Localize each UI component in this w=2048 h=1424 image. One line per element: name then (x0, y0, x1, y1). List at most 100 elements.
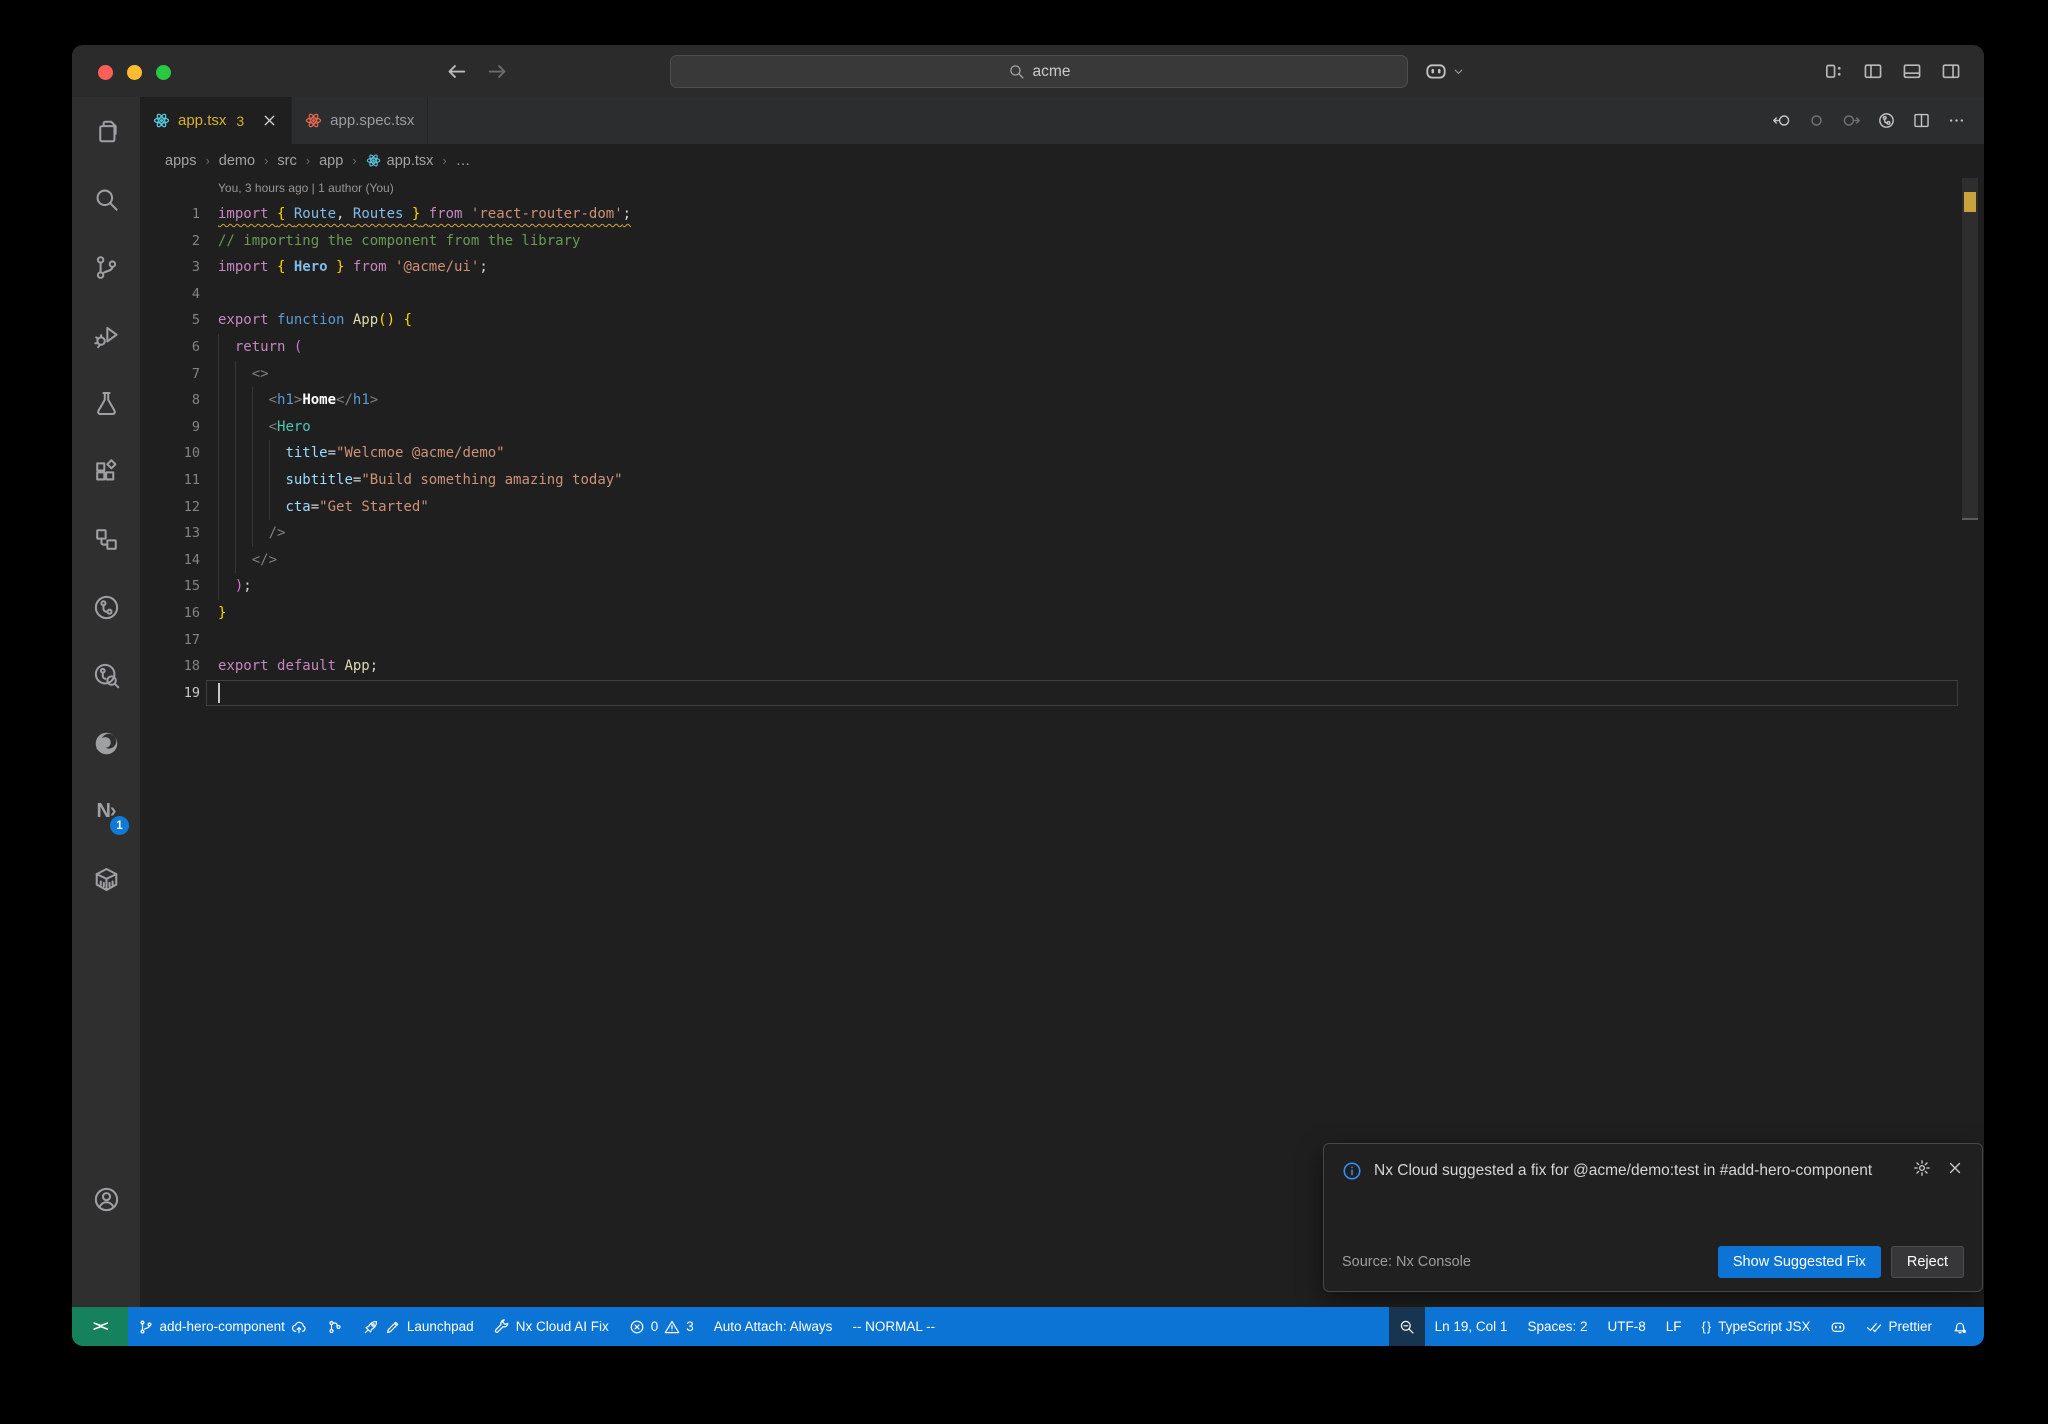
breadcrumb-item-file[interactable]: app.tsx (366, 153, 433, 169)
status-indentation[interactable]: Spaces: 2 (1517, 1307, 1597, 1346)
line-content: import { Route, Routes } from 'react-rou… (218, 206, 632, 222)
activity-run-debug[interactable] (72, 301, 140, 369)
status-auto-attach[interactable]: Auto Attach: Always (704, 1307, 843, 1346)
status-zoom-level[interactable] (1388, 1307, 1425, 1346)
customize-layout-button[interactable] (1823, 60, 1845, 82)
line-number: 14 (183, 551, 200, 568)
zoom-window-button[interactable] (156, 65, 171, 80)
breadcrumb-item-apps[interactable]: apps (165, 153, 196, 169)
code-line-4[interactable]: 4 (140, 281, 1984, 308)
status-cursor-position[interactable]: Ln 19, Col 1 (1425, 1307, 1518, 1346)
toggle-primary-sidebar-button[interactable] (1862, 60, 1884, 82)
extensions-icon (93, 458, 120, 485)
forward-button[interactable] (485, 59, 510, 84)
toggle-secondary-sidebar-button[interactable] (1940, 60, 1962, 82)
command-center-search[interactable]: acme (670, 55, 1408, 88)
back-button[interactable] (444, 59, 469, 84)
code-line-10[interactable]: 10 title="Welcmoe @acme/demo" (140, 440, 1984, 467)
codelens-blame[interactable]: You, 3 hours ago | 1 author (You) (218, 181, 1984, 201)
activity-gitlens-inspect[interactable] (72, 641, 140, 709)
activity-extensions[interactable] (72, 437, 140, 505)
status-encoding[interactable]: UTF-8 (1597, 1307, 1655, 1346)
status-eol[interactable]: LF (1656, 1307, 1692, 1346)
close-window-button[interactable] (98, 65, 113, 80)
code-line-5[interactable]: 5 export function App() { (140, 307, 1984, 334)
tab-app.tsx[interactable]: app.tsx 3 (140, 97, 293, 144)
status-copilot-status[interactable] (1820, 1307, 1856, 1346)
line-content: ); (234, 578, 252, 595)
search-icon (1008, 63, 1025, 80)
close-icon[interactable] (1946, 1159, 1964, 1177)
activity-testing[interactable] (72, 369, 140, 437)
breadcrumb-item-demo[interactable]: demo (219, 153, 255, 169)
activity-gitlens[interactable] (72, 573, 140, 641)
activity-search[interactable] (72, 165, 140, 233)
code-line-1[interactable]: 1 import { Route, Routes } from 'react-ro… (140, 201, 1984, 228)
status-nx-cloud-ai-fix[interactable]: Nx Cloud AI Fix (484, 1307, 619, 1346)
status-problems[interactable]: 03 (619, 1307, 704, 1346)
tab-app.spec.tsx[interactable]: app.spec.tsx (292, 97, 429, 144)
activity-nx-console[interactable]: N› 1 (72, 777, 140, 845)
code-line-7[interactable]: 7 <> (140, 360, 1984, 388)
gitlens-file-history-button[interactable] (1877, 111, 1896, 130)
notification-settings-icon[interactable] (1913, 1159, 1931, 1177)
status-formatter-prettier[interactable]: Prettier (1856, 1307, 1942, 1346)
code-line-11[interactable]: 11 subtitle="Build something amazing tod… (140, 466, 1984, 494)
close-tab-button[interactable] (261, 112, 278, 129)
code-line-15[interactable]: 15 ); (140, 573, 1984, 600)
activity-linked-editors[interactable] (72, 505, 140, 573)
code-line-17[interactable]: 17 (140, 627, 1984, 654)
open-change-button[interactable] (1807, 111, 1826, 130)
copilot-menu-button[interactable] (1424, 59, 1466, 83)
activity-settings[interactable] (72, 1233, 140, 1301)
scrollbar[interactable] (1962, 177, 1978, 1307)
breadcrumb-item-app[interactable]: app (319, 153, 343, 169)
scrollbar-thumb[interactable] (1962, 178, 1978, 520)
reject-button[interactable]: Reject (1890, 1246, 1964, 1278)
breadcrumb: apps › demo › src › app › app.tsx ›… (140, 144, 1984, 177)
breadcrumb-item-src[interactable]: src (277, 153, 296, 169)
status-notifications-bell[interactable] (1942, 1307, 1978, 1346)
more-actions-button[interactable] (1947, 111, 1966, 130)
status-text: Prettier (1888, 1319, 1932, 1334)
status-language-mode[interactable]: {} TypeScript JSX (1692, 1307, 1821, 1346)
minimize-window-button[interactable] (127, 65, 142, 80)
double-check-icon (1866, 1319, 1882, 1335)
activity-explorer[interactable] (72, 97, 140, 165)
code-line-14[interactable]: 14 </> (140, 546, 1984, 574)
code-line-19[interactable]: 19 (140, 679, 1984, 707)
activity-edge-browser[interactable] (72, 709, 140, 777)
open-previous-change-button[interactable] (1772, 111, 1791, 130)
status-remote-indicator[interactable]: >< (72, 1307, 128, 1346)
error-circle-icon (629, 1319, 645, 1335)
code-line-3[interactable]: 3 import { Hero } from '@acme/ui'; (140, 254, 1984, 281)
line-number: 16 (183, 604, 200, 621)
tab-bar: app.tsx 3 app.spec.tsx (140, 97, 1984, 144)
react-icon (153, 112, 170, 129)
code-line-13[interactable]: 13 /> (140, 520, 1984, 547)
search-icon (93, 186, 120, 213)
activity-containers[interactable] (72, 845, 140, 913)
code-line-16[interactable]: 16} (140, 600, 1984, 627)
editor[interactable]: You, 3 hours ago | 1 author (You) 1 impor… (140, 177, 1984, 1307)
code-line-8[interactable]: 8 <h1>Home</h1> (140, 387, 1984, 414)
activity-source-control[interactable] (72, 233, 140, 301)
show-suggested-fix-button[interactable]: Show Suggested Fix (1717, 1246, 1881, 1278)
status-git-branch[interactable]: add-hero-component (128, 1307, 317, 1346)
code-line-2[interactable]: 2 // importing the component from the lib… (140, 228, 1984, 255)
activity-account[interactable] (72, 1165, 140, 1233)
status-launchpad[interactable]: Launchpad (353, 1307, 484, 1346)
status-vim-mode[interactable]: -- NORMAL -- (842, 1307, 945, 1346)
toggle-panel-button[interactable] (1901, 60, 1923, 82)
react-icon (305, 112, 322, 129)
code-line-6[interactable]: 6 return ( (140, 333, 1984, 361)
code-line-12[interactable]: 12 cta="Get Started" (140, 493, 1984, 521)
breadcrumb-symbol[interactable]: … (456, 153, 471, 169)
status-commit-graph[interactable] (317, 1307, 353, 1346)
status-text: TypeScript JSX (1718, 1319, 1811, 1334)
code-line-9[interactable]: 9 <Hero (140, 413, 1984, 441)
code-line-18[interactable]: 18 export default App; (140, 653, 1984, 680)
split-editor-button[interactable] (1912, 111, 1931, 130)
open-next-change-button[interactable] (1842, 111, 1861, 130)
line-content: // importing the component from the libr… (218, 232, 581, 249)
